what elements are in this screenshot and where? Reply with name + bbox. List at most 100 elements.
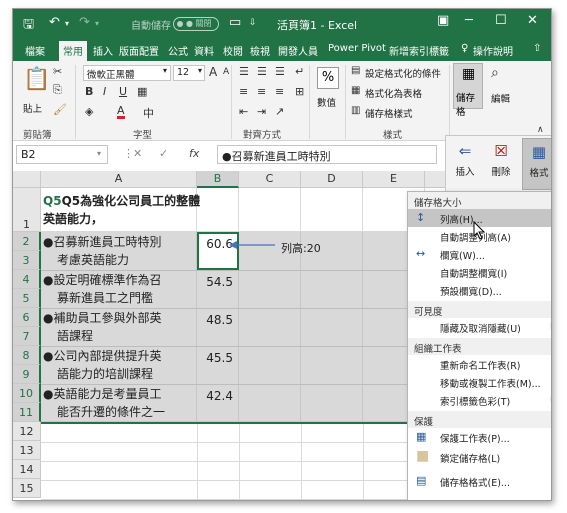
cut-icon[interactable]: ✂ <box>53 65 62 78</box>
menu-item-autofit-column[interactable]: 自動調整欄寬(I) <box>408 263 551 281</box>
tab-data[interactable]: 資料 <box>194 43 214 58</box>
insert-cells-button[interactable]: ⇐ 插入 <box>448 138 482 190</box>
fill-color-icon[interactable]: ◈ <box>85 105 93 118</box>
align-middle-icon[interactable]: ☰ <box>257 65 267 78</box>
bold-button[interactable]: B <box>85 85 93 98</box>
redo-dropdown-icon[interactable]: ▾ <box>95 19 99 28</box>
row-header[interactable]: 6 <box>13 308 41 327</box>
copy-icon[interactable]: ⎘ <box>53 83 62 97</box>
insert-function-button[interactable]: fx <box>189 147 199 160</box>
save-icon[interactable]: 🖫 <box>23 15 34 37</box>
align-center-icon[interactable]: ≡ <box>257 85 266 98</box>
italic-button[interactable]: I <box>103 85 106 98</box>
column-header-b[interactable]: B <box>197 171 239 188</box>
share-icon[interactable]: ⇧ <box>533 43 541 54</box>
search-icon[interactable]: ⌕ <box>491 65 499 81</box>
phonetic-icon[interactable]: 中 <box>143 105 154 121</box>
row-header[interactable]: 4 <box>13 270 41 289</box>
row-header[interactable]: 7 <box>13 327 41 346</box>
column-header-c[interactable]: C <box>239 171 301 188</box>
conditional-format-icon[interactable]: ▤ <box>351 65 360 76</box>
row-header[interactable]: 11 <box>13 403 41 422</box>
increase-indent-icon[interactable]: ⇥ <box>257 105 266 118</box>
tab-formulas[interactable]: 公式 <box>168 43 188 58</box>
menu-item-format-cells[interactable]: ▤ 儲存格格式(E)... <box>408 472 551 490</box>
enter-button[interactable]: ✓ <box>159 147 168 160</box>
autosave-toggle[interactable]: ● 關閉 <box>173 17 219 31</box>
align-top-icon[interactable]: ☰ <box>239 65 249 78</box>
row-header[interactable]: 15 <box>13 479 41 498</box>
tab-review[interactable]: 校閱 <box>223 43 243 58</box>
row-header[interactable]: 12 <box>13 422 41 441</box>
redo-icon[interactable]: ↷ <box>79 15 90 30</box>
merge-center-icon[interactable]: ⊞ <box>295 85 304 98</box>
row-header[interactable]: 5 <box>13 289 41 308</box>
menu-item-lock-cell[interactable]: ■ 鎖定儲存格(L) <box>408 448 551 468</box>
decrease-indent-icon[interactable]: ⇤ <box>239 105 248 118</box>
paste-label[interactable]: 貼上 <box>23 101 42 115</box>
row-header[interactable]: 1 <box>13 188 41 232</box>
row-header[interactable]: 3 <box>13 251 41 270</box>
row-header[interactable]: 13 <box>13 441 41 460</box>
ribbon-display-icon[interactable]: ▣ <box>437 13 449 28</box>
menu-item-protect-sheet[interactable]: ▦ 保護工作表(P)... <box>408 428 551 446</box>
selected-range-d[interactable] <box>301 232 363 422</box>
menu-item-rename-sheet[interactable]: 重新命名工作表(R) <box>408 355 551 373</box>
align-bottom-icon[interactable]: ☰ <box>275 65 285 78</box>
column-header-e[interactable]: E <box>363 171 425 188</box>
cell-d1[interactable] <box>301 188 363 232</box>
tab-power-pivot[interactable]: Power Pivot <box>328 43 386 54</box>
cell-styles-button[interactable]: 儲存格樣式 <box>365 106 413 120</box>
menu-item-hide-unhide[interactable]: 隱藏及取消隱藏(U) ▶ <box>408 318 551 336</box>
undo-dropdown-icon[interactable]: ▾ <box>65 19 69 28</box>
font-name-select[interactable]: 微軟正黑體 ▾ <box>83 65 171 81</box>
name-box[interactable]: B2 <box>16 145 108 164</box>
number-format-button[interactable]: % <box>317 67 339 89</box>
menu-item-default-width[interactable]: 預設欄寬(D)... <box>408 281 551 299</box>
delete-cells-button[interactable]: ☒ 刪除 <box>484 138 518 190</box>
row-header[interactable]: 8 <box>13 346 41 365</box>
maximize-button[interactable]: ☐ <box>495 13 507 28</box>
row-header[interactable]: 2 <box>13 232 41 251</box>
number-label[interactable]: 數值 <box>317 95 336 109</box>
selected-range-c[interactable] <box>239 232 301 422</box>
borders-icon[interactable]: ▦ <box>137 85 147 98</box>
wrap-text-icon[interactable]: ↵ <box>295 65 304 78</box>
row-header[interactable]: 9 <box>13 365 41 384</box>
cancel-button[interactable]: ✕ <box>133 147 142 160</box>
conditional-format-button[interactable]: 設定格式化的條件 <box>365 66 441 80</box>
underline-button[interactable]: U <box>119 85 127 98</box>
cell-b1[interactable] <box>197 188 239 232</box>
select-all-corner[interactable] <box>13 171 41 188</box>
tab-developer[interactable]: 開發人員 <box>278 43 318 58</box>
lightbulb-icon[interactable]: ♀ <box>461 43 468 54</box>
font-color-button[interactable]: A <box>117 105 125 119</box>
cell-c1[interactable] <box>239 188 301 232</box>
format-cells-button[interactable]: ▦ 格式 <box>522 138 551 190</box>
close-button[interactable]: ✕ <box>527 13 538 28</box>
column-header-d[interactable]: D <box>301 171 363 188</box>
decrease-font-icon[interactable]: A <box>223 67 229 77</box>
customize-qat-icon[interactable]: ⇩ <box>249 18 257 28</box>
tab-view[interactable]: 檢視 <box>250 43 270 58</box>
row-header[interactable]: 10 <box>13 384 41 403</box>
tab-home[interactable]: 常用 <box>59 41 87 61</box>
menu-item-column-width[interactable]: ↔ 欄寬(W)... <box>408 245 551 263</box>
tab-page-layout[interactable]: 版面配置 <box>119 43 159 58</box>
format-painter-icon[interactable]: 🖌 <box>53 103 67 116</box>
menu-item-move-copy-sheet[interactable]: 移動或複製工作表(M)... <box>408 373 551 391</box>
format-table-icon[interactable]: ▦ <box>351 85 360 96</box>
font-size-select[interactable]: 12 ▾ <box>173 65 205 81</box>
column-header-a[interactable]: A <box>41 171 197 188</box>
chevron-down-icon[interactable]: ▾ <box>97 149 101 158</box>
cell-styles-icon[interactable]: ▥ <box>351 105 360 116</box>
cells-group-button[interactable]: ▦ 儲存格 <box>453 63 483 118</box>
align-right-icon[interactable]: ≡ <box>275 85 284 98</box>
tab-new-tab[interactable]: 新增索引標籤 <box>389 43 449 58</box>
format-table-button[interactable]: 格式化為表格 <box>365 86 422 100</box>
tab-insert[interactable]: 插入 <box>93 43 113 58</box>
increase-font-icon[interactable]: A <box>209 65 217 79</box>
tell-me-input[interactable]: 操作說明 <box>473 43 513 58</box>
paste-icon[interactable]: 📋 <box>23 67 50 92</box>
row-header[interactable]: 14 <box>13 460 41 479</box>
